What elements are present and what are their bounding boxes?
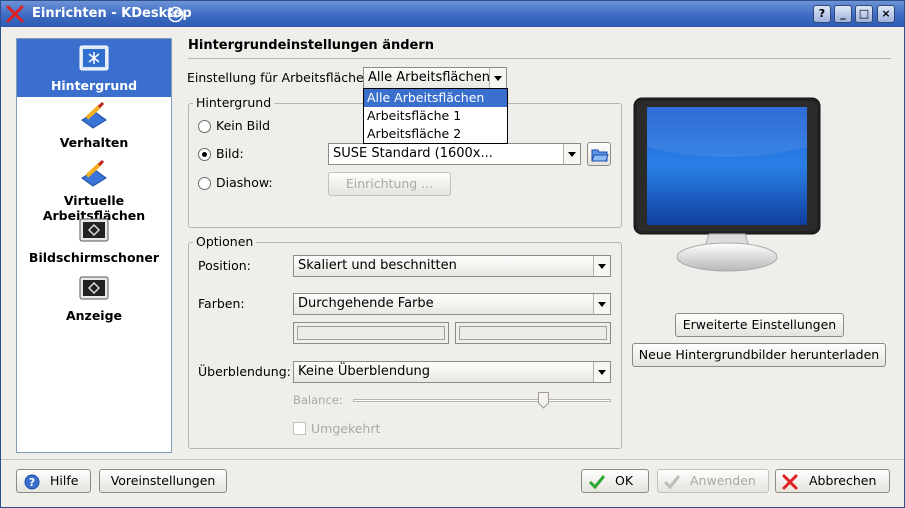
chevron-down-icon	[563, 144, 580, 164]
radio-no-image-label[interactable]: Kein Bild	[216, 118, 270, 133]
desktop-select-value: Alle Arbeitsflächen	[368, 70, 490, 85]
open-folder-button[interactable]	[587, 142, 611, 166]
desktop-label: Einstellung für Arbeitsfläche:	[187, 70, 368, 85]
color-button-2[interactable]	[455, 322, 611, 344]
heading-divider	[188, 58, 891, 59]
cancel-label: Abbrechen	[809, 473, 877, 488]
cancel-x-icon	[782, 474, 798, 490]
sidebar-item-anzeige[interactable]: Anzeige	[17, 269, 171, 327]
minimize-button[interactable]: _	[834, 5, 852, 23]
position-select[interactable]: Skaliert und beschnitten	[293, 255, 611, 277]
blending-select[interactable]: Keine Überblendung	[293, 361, 611, 383]
checkmark-icon	[588, 475, 606, 490]
virtual-desktops-icon	[81, 160, 107, 187]
ok-label: OK	[615, 473, 634, 488]
color-button-1[interactable]	[293, 322, 449, 344]
desktop-select[interactable]: Alle Arbeitsflächen	[363, 67, 507, 89]
apply-button[interactable]: Anwenden	[657, 469, 769, 493]
chevron-down-icon	[593, 256, 610, 276]
suse-swirl-icon	[167, 6, 184, 23]
settings-window: Einrichten - KDesktop ? _ □ × Hintergrun…	[0, 0, 905, 508]
apply-label: Anwenden	[690, 473, 756, 488]
options-group-title: Optionen	[193, 234, 257, 249]
reverse-label: Umgekehrt	[311, 421, 381, 436]
advanced-settings-button[interactable]: Erweiterte Einstellungen	[675, 313, 844, 337]
sidebar-item-label: Anzeige	[65, 308, 123, 323]
image-select-value: SUSE Standard (1600x...	[333, 146, 493, 161]
colors-select-value: Durchgehende Farbe	[298, 296, 434, 311]
sidebar-item-verhalten[interactable]: Verhalten	[17, 96, 171, 154]
balance-slider-track[interactable]	[353, 399, 611, 402]
sidebar-item-label: Hintergrund	[50, 78, 138, 93]
category-sidebar: Hintergrund Verhalten Virtuelle Arbeitsf…	[16, 38, 172, 453]
svg-text:?: ?	[29, 476, 35, 489]
dropdown-option[interactable]: Arbeitsfläche 2	[364, 125, 507, 143]
radio-image[interactable]	[198, 148, 211, 161]
sidebar-item-hintergrund[interactable]: Hintergrund	[17, 39, 171, 97]
title-bar[interactable]: Einrichten - KDesktop ? _ □ ×	[1, 1, 904, 27]
sidebar-item-label: Verhalten	[59, 135, 129, 150]
radio-slideshow[interactable]	[198, 177, 211, 190]
desktop-behavior-icon	[81, 102, 107, 129]
footer-divider	[1, 459, 904, 460]
radio-slideshow-label[interactable]: Diashow:	[216, 175, 273, 190]
image-select[interactable]: SUSE Standard (1600x...	[328, 143, 581, 165]
close-button[interactable]: ×	[877, 5, 895, 23]
radio-image-label[interactable]: Bild:	[216, 146, 244, 161]
sidebar-item-virtuelle-arbeitsflaechen[interactable]: Virtuelle Arbeitsflächen	[17, 154, 171, 223]
ok-button[interactable]: OK	[581, 469, 649, 493]
blending-label: Überblendung:	[198, 364, 291, 379]
sidebar-item-bildschirmschoner[interactable]: Bildschirmschoner	[17, 211, 171, 269]
page-title: Hintergrundeinstellungen ändern	[188, 38, 435, 53]
help-label: Hilfe	[50, 473, 79, 488]
help-icon: ?	[24, 474, 40, 490]
desktop-dropdown-list[interactable]: Alle Arbeitsflächen Arbeitsfläche 1 Arbe…	[363, 88, 508, 144]
position-select-value: Skaliert und beschnitten	[298, 258, 457, 273]
download-backgrounds-button[interactable]: Neue Hintergrundbilder herunterladen	[632, 343, 886, 367]
blending-select-value: Keine Überblendung	[298, 364, 431, 379]
kde-x-icon[interactable]	[6, 5, 24, 23]
colors-select[interactable]: Durchgehende Farbe	[293, 293, 611, 315]
display-icon	[79, 276, 109, 300]
screensaver-icon	[79, 218, 109, 242]
chevron-down-icon	[489, 68, 506, 88]
background-group-title: Hintergrund	[193, 95, 275, 110]
chevron-down-icon	[593, 294, 610, 314]
balance-label: Balance:	[293, 393, 343, 407]
desktop-background-icon	[79, 45, 109, 71]
dropdown-option[interactable]: Alle Arbeitsflächen	[364, 89, 507, 107]
reverse-checkbox[interactable]	[293, 422, 306, 435]
help-title-button[interactable]: ?	[813, 5, 831, 23]
defaults-button[interactable]: Voreinstellungen	[99, 469, 227, 493]
chevron-down-icon	[593, 362, 610, 382]
position-label: Position:	[198, 258, 251, 273]
maximize-button[interactable]: □	[855, 5, 873, 23]
cancel-button[interactable]: Abbrechen	[775, 469, 890, 493]
colors-label: Farben:	[198, 296, 245, 311]
sidebar-item-label: Bildschirmschoner	[28, 250, 160, 265]
help-button[interactable]: ? Hilfe	[16, 469, 91, 493]
balance-slider-thumb[interactable]	[538, 392, 550, 409]
folder-open-icon	[591, 149, 609, 162]
dropdown-option[interactable]: Arbeitsfläche 1	[364, 107, 507, 125]
background-preview-monitor	[633, 97, 821, 272]
radio-no-image[interactable]	[198, 120, 211, 133]
checkmark-icon	[663, 475, 681, 490]
slideshow-setup-button[interactable]: Einrichtung ...	[328, 172, 451, 196]
